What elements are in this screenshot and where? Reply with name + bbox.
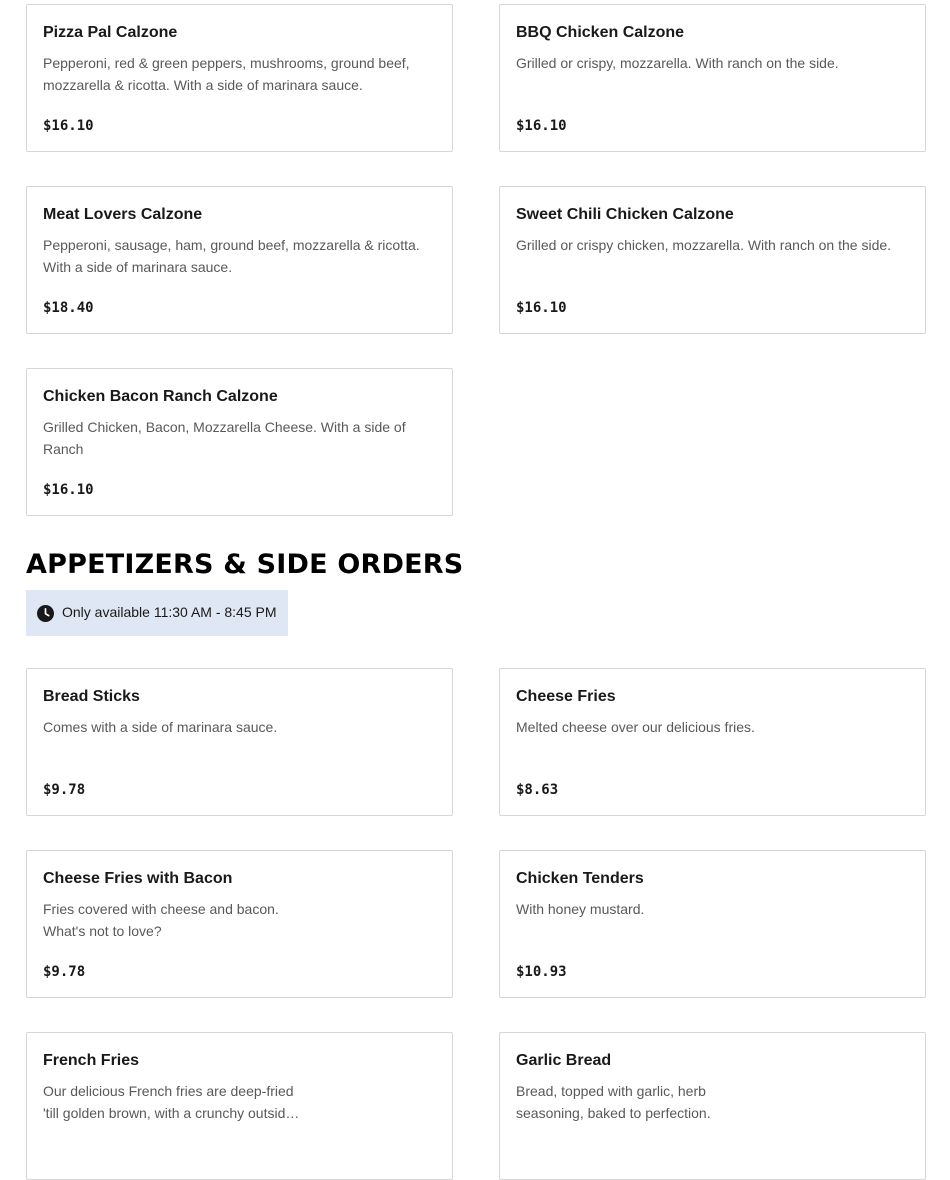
item-name: Cheese Fries with Bacon [43,870,233,887]
availability-text: Only available 11:30 AM - 8:45 PM [62,604,277,620]
item-description: Grilled or crispy, mozzarella. With ranc… [516,55,839,71]
menu-item-card[interactable]: Pizza Pal Calzone Pepperoni, red & green… [26,4,453,152]
item-description: Grilled or crispy chicken, mozzarella. W… [516,237,892,253]
menu-item-card[interactable]: Chicken Bacon Ranch Calzone Grilled Chic… [26,368,453,516]
menu-item-card[interactable]: Garlic Bread Bread, topped with garlic, … [499,1032,926,1180]
item-description: Our delicious French fries are deep-frie… [43,1083,294,1121]
item-price: $16.10 [516,118,567,134]
item-name: BBQ Chicken Calzone [516,24,685,41]
item-name: Sweet Chili Chicken Calzone [516,206,734,223]
availability-badge: Only available 11:30 AM - 8:45 PM [26,590,288,636]
item-price: $18.40 [43,300,94,316]
item-name: Garlic Bread [516,1052,612,1069]
item-description: Pepperoni, red & green peppers, mushroom… [43,55,410,93]
menu-item-card[interactable]: Cheese Fries Melted cheese over our deli… [499,668,926,816]
menu-item-card[interactable]: Chicken Tenders With honey mustard. $10.… [499,850,926,998]
item-description: Fries covered with cheese and bacon. Wha… [43,901,279,939]
item-description: Melted cheese over our delicious fries. [516,719,755,735]
item-price: $9.78 [43,964,86,980]
menu-item-card[interactable]: BBQ Chicken Calzone Grilled or crispy, m… [499,4,926,152]
item-name: Cheese Fries [516,688,616,705]
item-name: Chicken Bacon Ranch Calzone [43,388,278,405]
section-heading: APPETIZERS & SIDE ORDERS [26,549,464,580]
item-price: $9.78 [43,782,86,798]
item-price: $10.93 [516,964,567,980]
item-name: Meat Lovers Calzone [43,206,203,223]
item-description: Comes with a side of marinara sauce. [43,719,278,735]
item-price: $16.10 [43,118,94,134]
item-price: $8.63 [516,782,559,798]
item-name: French Fries [43,1052,140,1069]
item-description: Bread, topped with garlic, herb seasonin… [516,1083,711,1121]
clock-icon [37,605,54,622]
item-name: Bread Sticks [43,688,140,705]
menu-item-card[interactable]: Bread Sticks Comes with a side of marina… [26,668,453,816]
item-name: Chicken Tenders [516,870,644,887]
item-name: Pizza Pal Calzone [43,24,178,41]
menu-item-card[interactable]: Meat Lovers Calzone Pepperoni, sausage, … [26,186,453,334]
menu-item-card[interactable]: Cheese Fries with Bacon Fries covered wi… [26,850,453,998]
menu-item-card[interactable]: Sweet Chili Chicken Calzone Grilled or c… [499,186,926,334]
item-price: $16.10 [516,300,567,316]
item-description: Grilled Chicken, Bacon, Mozzarella Chees… [43,419,406,457]
item-description: With honey mustard. [516,901,645,917]
item-price: $16.10 [43,482,94,498]
item-description: Pepperoni, sausage, ham, ground beef, mo… [43,237,420,275]
menu-item-card[interactable]: French Fries Our delicious French fries … [26,1032,453,1180]
